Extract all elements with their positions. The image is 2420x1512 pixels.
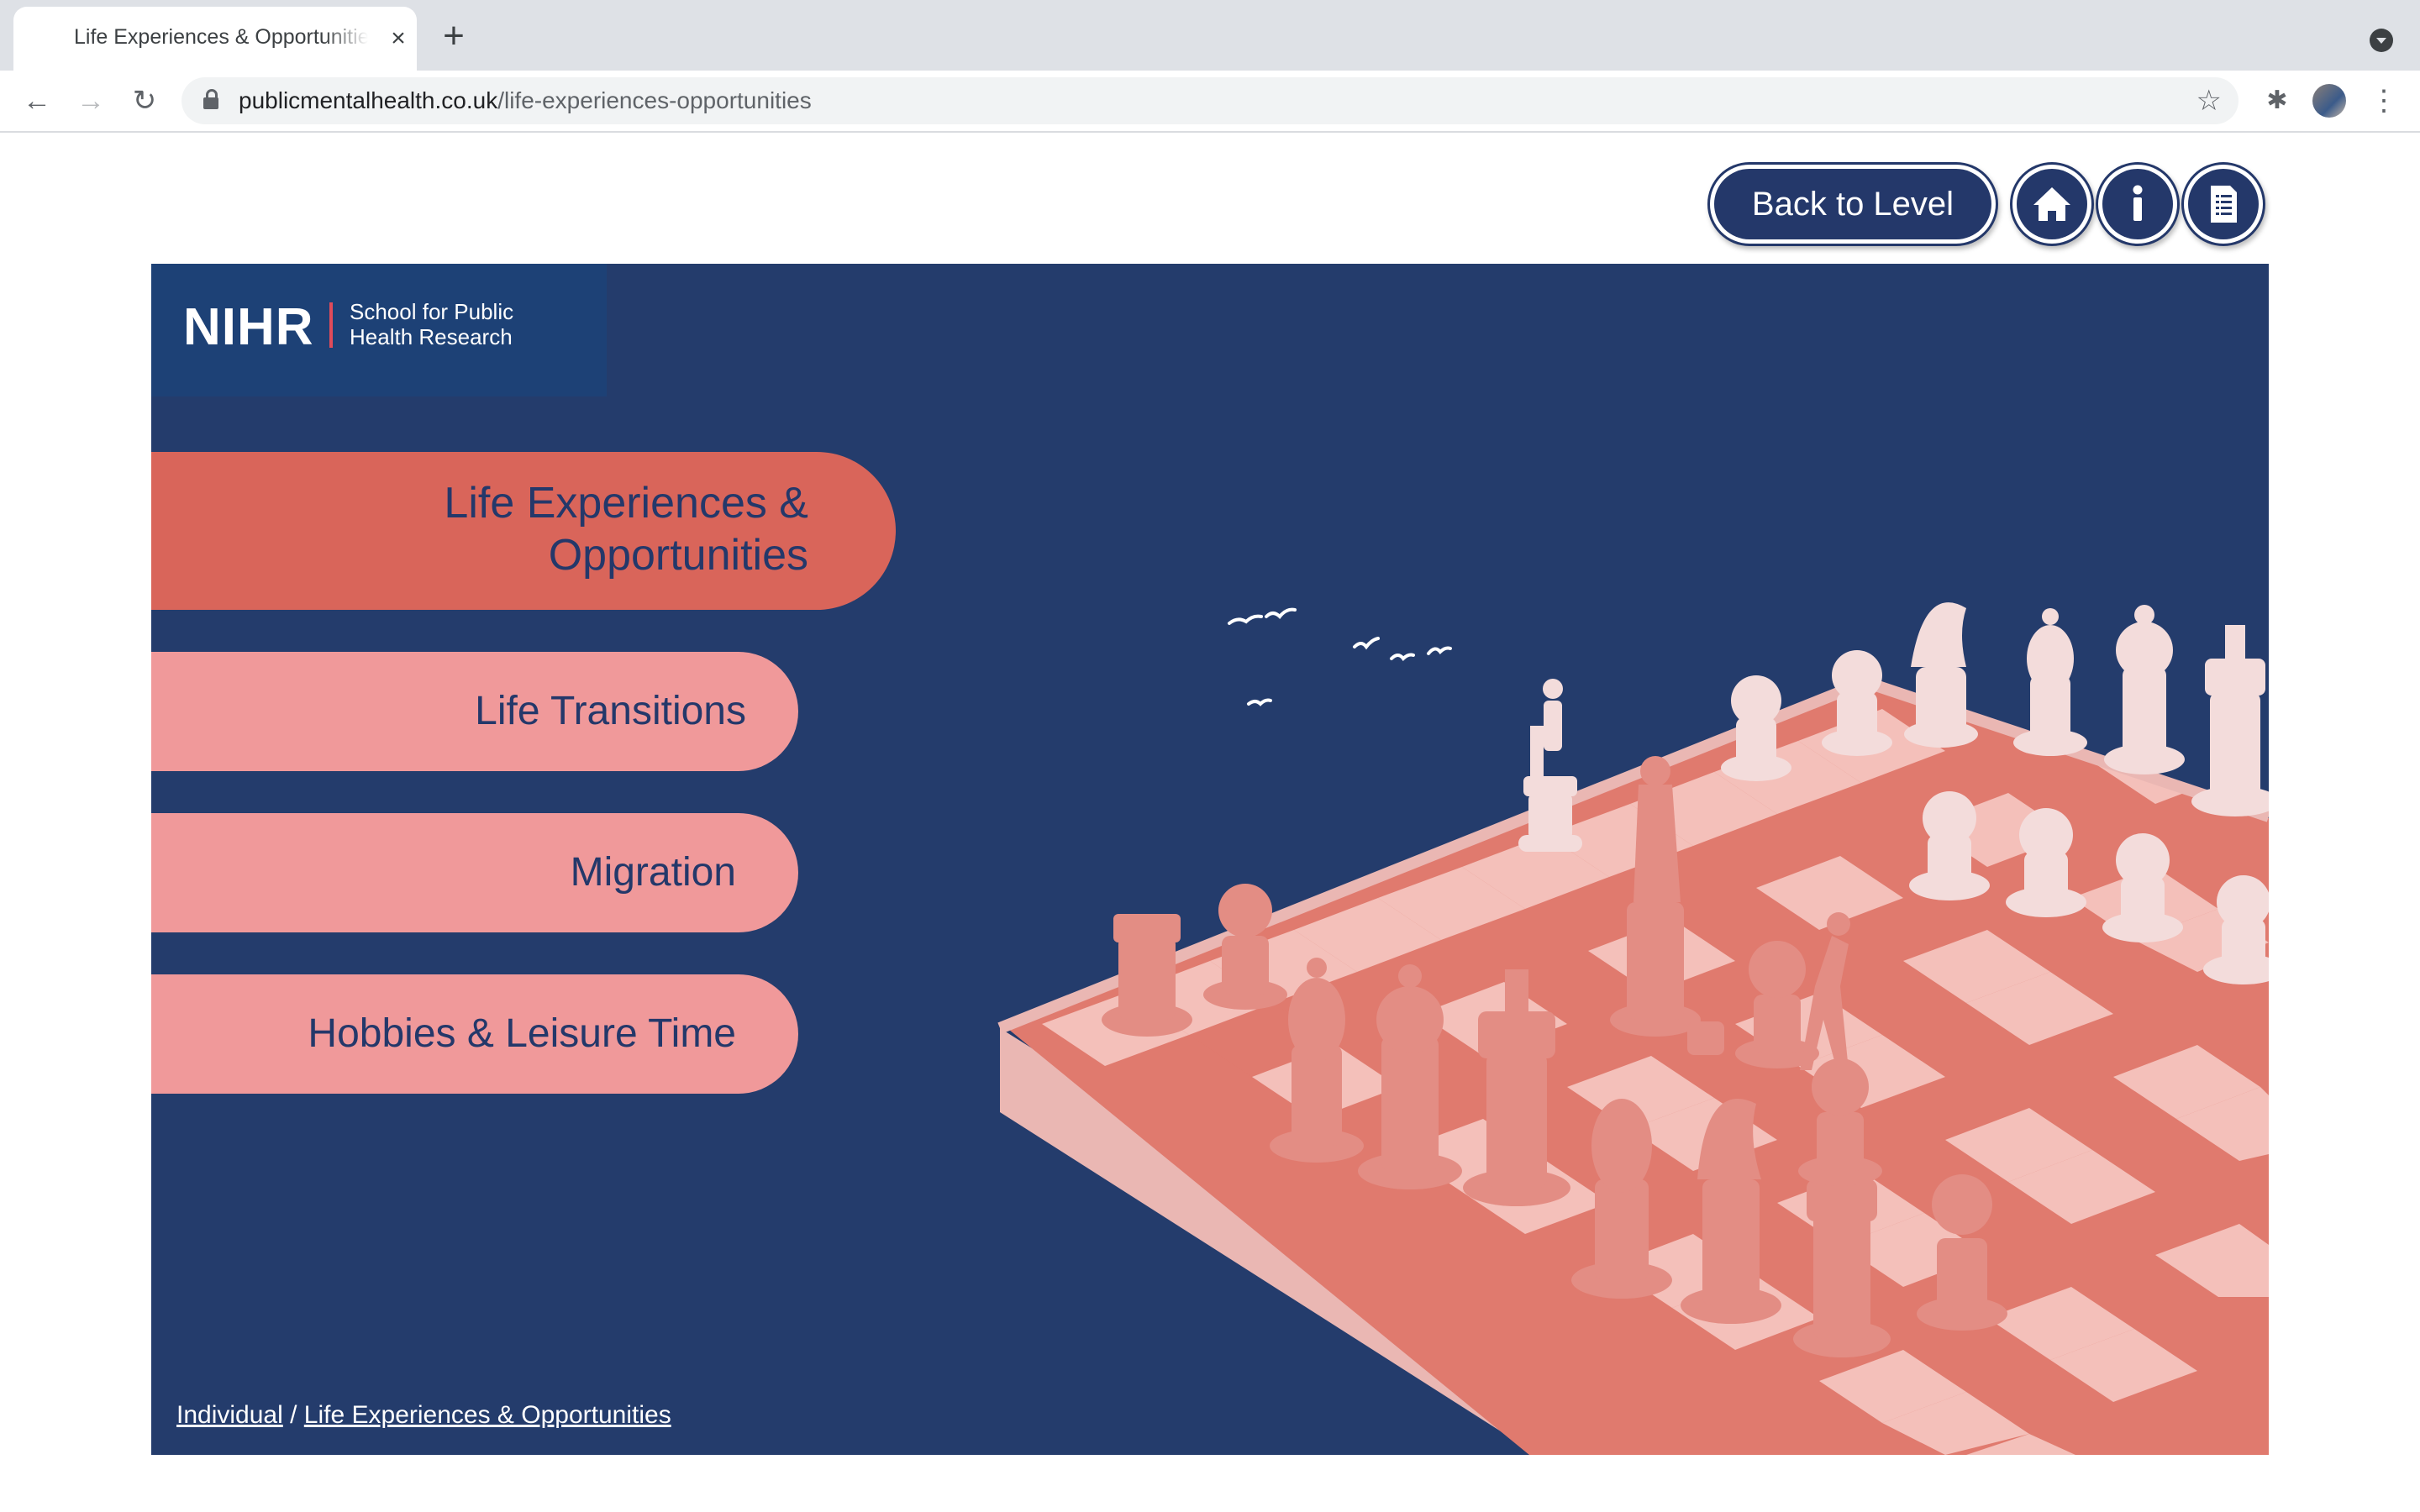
figure-on-rook: [1543, 679, 1563, 751]
menu-item-label-line2: Opportunities: [548, 531, 808, 580]
address-bar[interactable]: publicmentalhealth.co.uk/life-experience…: [182, 77, 2238, 124]
breadcrumb-separator: /: [290, 1401, 297, 1429]
birds-decoration: [1228, 607, 1452, 706]
extensions-puzzle-icon[interactable]: ✱: [2259, 82, 2296, 119]
info-button[interactable]: [2102, 169, 2173, 239]
resources-button[interactable]: [2188, 169, 2259, 239]
bookmark-star-icon[interactable]: ☆: [2196, 84, 2222, 118]
menu-item-hobbies-leisure-time[interactable]: Hobbies & Leisure Time: [151, 974, 798, 1094]
new-tab-button[interactable]: +: [437, 18, 471, 55]
menu-item-life-experiences-opportunities[interactable]: Life Experiences & Opportunities: [151, 452, 896, 610]
menu-item-label: Life Transitions: [475, 689, 746, 733]
url-text[interactable]: publicmentalhealth.co.uk/life-experience…: [239, 87, 812, 114]
back-to-level-button[interactable]: Back to Level: [1714, 169, 1991, 239]
profile-avatar[interactable]: [2312, 84, 2346, 118]
reload-icon[interactable]: ↻: [126, 82, 163, 119]
back-arrow-icon[interactable]: ←: [18, 82, 55, 119]
main-stage: NIHR School for Public Health Research L…: [151, 264, 2269, 1455]
breadcrumb-link-life-experiences[interactable]: Life Experiences & Opportunities: [304, 1401, 671, 1429]
url-path: /life-experiences-opportunities: [497, 87, 812, 113]
document-icon: [2211, 186, 2237, 223]
menu-item-label: Migration: [570, 850, 736, 895]
browser-menu-icon[interactable]: ⋮: [2370, 82, 2398, 119]
forward-arrow-icon[interactable]: →: [72, 82, 109, 119]
menu-item-life-transitions[interactable]: Life Transitions: [151, 652, 798, 771]
logo-wordmark: NIHR: [183, 298, 314, 356]
home-icon: [2033, 187, 2070, 221]
tab-close-icon[interactable]: ×: [385, 25, 412, 52]
browser-toolbar: ← → ↻ publicmentalhealth.co.uk/life-expe…: [0, 71, 2420, 133]
browser-tab-strip: Life Experiences & Opportunities × +: [0, 0, 2420, 71]
url-host: publicmentalhealth.co.uk: [239, 87, 498, 113]
browser-tab[interactable]: Life Experiences & Opportunities ×: [13, 7, 417, 71]
breadcrumb: Individual / Life Experiences & Opportun…: [176, 1401, 671, 1430]
logo-subtitle-line2: Health Research: [350, 324, 513, 349]
home-button[interactable]: [2017, 169, 2087, 239]
nihr-logo[interactable]: NIHR School for Public Health Research: [151, 264, 607, 396]
info-icon: [2133, 185, 2143, 221]
logo-subtitle-line1: School for Public: [350, 299, 514, 324]
menu-item-label: Hobbies & Leisure Time: [308, 1011, 736, 1056]
breadcrumb-link-individual[interactable]: Individual: [176, 1401, 283, 1429]
menu-item-label-line1: Life Experiences &: [444, 479, 808, 528]
lock-icon[interactable]: [203, 89, 218, 109]
menu-item-migration[interactable]: Migration: [151, 813, 798, 932]
tab-search-icon[interactable]: [2370, 29, 2393, 52]
tab-title: Life Experiences & Opportunities: [74, 25, 368, 49]
logo-divider: [329, 302, 333, 348]
